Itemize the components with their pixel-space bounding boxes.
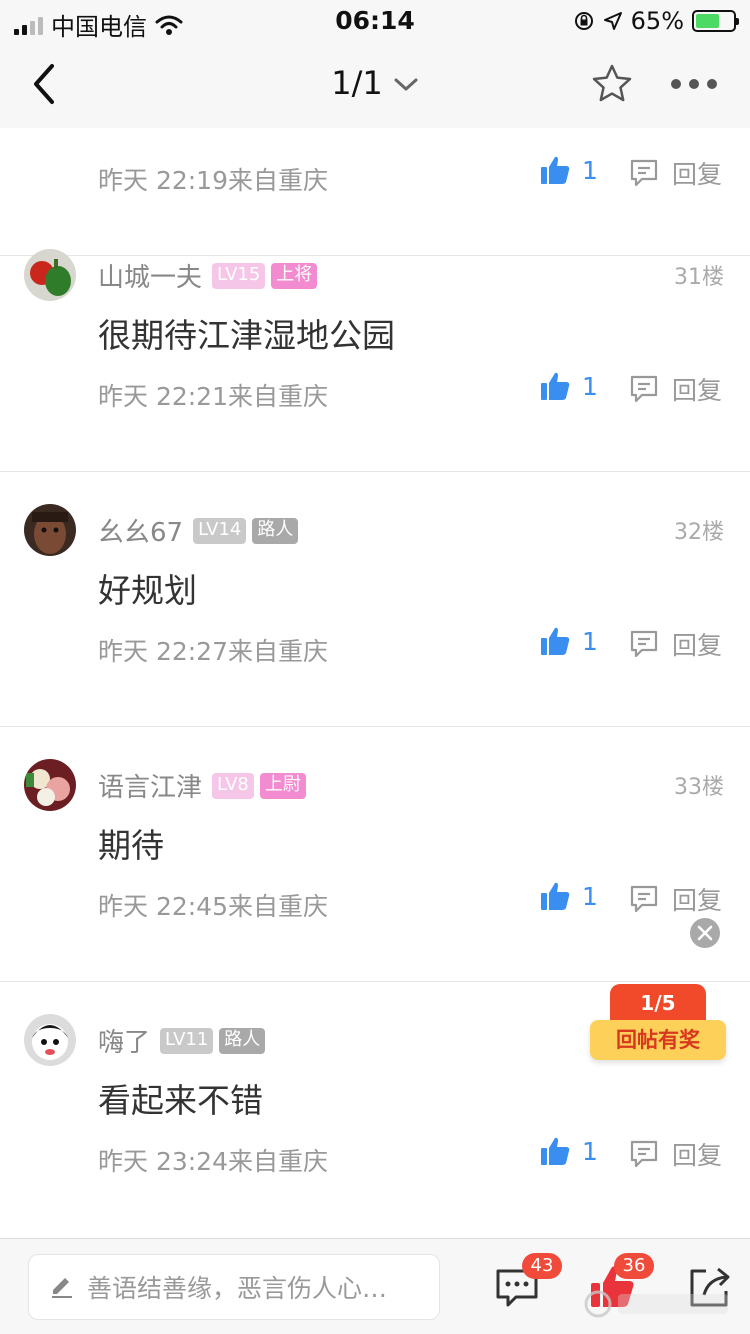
like-button[interactable]: 1 [540,626,598,656]
avatar[interactable] [24,1014,76,1066]
star-icon[interactable] [590,62,634,106]
pencil-icon [52,1278,72,1298]
reply-button[interactable]: 回复 [628,155,722,191]
reply-button[interactable]: 回复 [628,371,722,407]
rank-badge: 上将 [271,262,318,289]
post-meta: 昨天 22:45来自重庆 [98,892,328,921]
comments-count-badge: 43 [522,1253,562,1279]
close-icon [697,925,713,941]
page-indicator: 1/1 [331,64,383,102]
reply-label: 回复 [672,160,723,189]
like-count: 1 [582,626,598,656]
status-bar: 中国电信 06:14 65% [0,0,750,41]
reward-button[interactable]: 回帖有奖 [590,1020,726,1060]
thumbs-up-icon [541,156,570,184]
post-text: 很期待江津湿地公园 [98,316,395,355]
avatar[interactable] [24,759,76,811]
reply-label: 回复 [672,886,723,915]
status-right: 65% [573,7,739,35]
post-text: 期待 [98,826,164,865]
rank-badge: 路人 [219,1027,266,1054]
post-author[interactable]: 山城一夫 LV15 上将 [98,257,318,294]
more-icon[interactable] [670,74,718,94]
post-meta: 昨天 22:27来自重庆 [98,637,328,666]
post-meta: 昨天 22:21来自重庆 [98,382,328,411]
thumbs-up-icon [541,1137,570,1165]
comment-icon [630,159,658,187]
like-count: 1 [582,371,598,401]
rotation-lock-icon [574,12,593,30]
username: 嗨了 [98,1028,151,1058]
post-author[interactable]: 嗨了 LV11 路人 [98,1022,266,1059]
battery-icon [692,10,739,32]
reply-button[interactable]: 回复 [628,881,722,917]
battery-percent: 65% [630,7,684,35]
level-badge: LV14 [193,517,247,544]
like-count: 1 [582,881,598,911]
post-list[interactable]: 昨天 22:19来自重庆 1 回复 山城一夫 LV15 上将 31楼 很期待江津… [0,128,750,1238]
page-selector[interactable]: 1/1 [0,64,750,102]
post-author[interactable]: 幺幺67 LV14 路人 [98,512,299,549]
reward-close-button[interactable] [690,918,720,948]
like-count: 1 [582,1136,598,1166]
rank-badge: 上尉 [259,772,306,799]
comment-placeholder: 善语结善缘，恶言伤人心… [87,1274,388,1303]
reply-button[interactable]: 回复 [628,626,722,662]
rank-badge: 路人 [252,517,299,544]
like-button[interactable]: 1 [540,881,598,911]
reply-button[interactable]: 回复 [628,1136,722,1172]
thumbs-up-icon [541,372,570,400]
username: 幺幺67 [98,518,184,548]
avatar[interactable] [24,504,76,556]
reward-progress: 1/5 [610,984,706,1022]
like-button[interactable]: 1 [540,1136,598,1166]
list-item: 幺幺67 LV14 路人 32楼 好规划 昨天 22:27来自重庆 1 回复 [0,472,750,727]
username: 语言江津 [98,773,203,803]
thumbs-up-icon [541,882,570,910]
chevron-down-icon [394,78,418,91]
level-badge: LV11 [160,1027,214,1054]
post-meta: 昨天 22:19来自重庆 [98,166,328,195]
reply-label: 回复 [672,631,723,660]
avatar[interactable] [24,249,76,301]
floor-number: 31楼 [674,265,724,290]
nav-bar: 1/1 [0,40,750,128]
reply-label: 回复 [672,1141,723,1170]
post-meta: 昨天 23:24来自重庆 [98,1147,328,1176]
comment-icon [630,885,658,913]
comment-icon [630,1140,658,1168]
comment-icon [630,375,658,403]
like-button[interactable]: 1 [540,155,598,185]
location-icon [603,12,622,30]
post-author[interactable]: 语言江津 LV8 上尉 [98,767,306,804]
thumbs-up-icon [541,627,570,655]
post-text: 好规划 [98,571,197,610]
reply-label: 回复 [672,376,723,405]
like-button[interactable]: 1 [540,371,598,401]
level-badge: LV8 [212,772,254,799]
like-count: 1 [582,155,598,185]
comment-input[interactable]: 善语结善缘，恶言伤人心… [28,1254,440,1320]
post-text: 看起来不错 [98,1081,263,1120]
floor-number: 33楼 [674,775,724,800]
likes-count-badge: 36 [614,1253,654,1279]
list-item: 山城一夫 LV15 上将 31楼 很期待江津湿地公园 昨天 22:21来自重庆 … [0,217,750,472]
floor-number: 32楼 [674,520,724,545]
comment-icon [630,630,658,658]
watermark-logo [584,1290,728,1318]
username: 山城一夫 [98,263,203,293]
list-item: 语言江津 LV8 上尉 33楼 期待 昨天 22:45来自重庆 1 回复 [0,727,750,982]
level-badge: LV15 [212,262,266,289]
